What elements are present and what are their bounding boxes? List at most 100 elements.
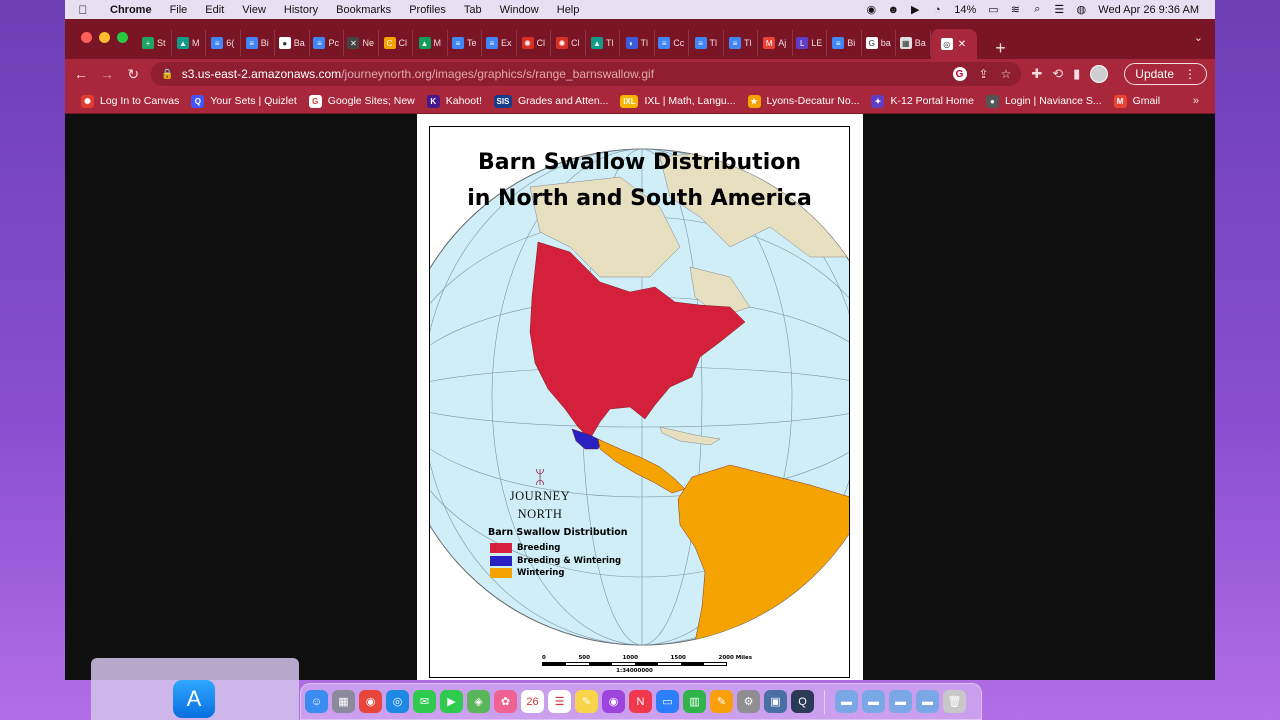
spotlight-search-icon[interactable]: ⌕ xyxy=(1026,3,1048,16)
google-lens-icon[interactable]: G xyxy=(952,67,967,81)
menu-edit[interactable]: Edit xyxy=(196,4,233,16)
close-window-button[interactable] xyxy=(81,32,92,43)
bookmark-star-icon[interactable]: ☆ xyxy=(1001,67,1012,81)
browser-tab[interactable]: ▲ M xyxy=(172,30,206,56)
safari-icon[interactable]: ◎ xyxy=(386,690,409,713)
bookmark-item[interactable]: ✦ K-12 Portal Home xyxy=(865,94,979,108)
keynote-icon[interactable]: ▭ xyxy=(656,690,679,713)
share-icon[interactable]: ⇪ xyxy=(979,67,989,81)
quicktime-icon[interactable]: Q xyxy=(791,690,814,713)
settings-icon[interactable]: ⚙ xyxy=(737,690,760,713)
bookmark-item[interactable]: ● Login | Naviance S... xyxy=(980,94,1108,108)
browser-tab[interactable]: ≡ Ex xyxy=(482,30,517,56)
close-tab-icon[interactable]: ✕ xyxy=(958,39,966,50)
browser-tab[interactable]: ▲ Tl xyxy=(586,30,620,56)
bookmark-item[interactable]: G Google Sites; New xyxy=(303,94,421,108)
record-icon[interactable]: ◉ xyxy=(860,3,882,16)
bookmark-item[interactable]: M Gmail xyxy=(1108,94,1166,108)
browser-tab[interactable]: ✺ Cl xyxy=(551,30,586,56)
lock-icon[interactable]: 🔒 xyxy=(161,69,173,80)
update-button[interactable]: Update ⋮ xyxy=(1124,63,1207,85)
bookmarks-overflow-button[interactable]: » xyxy=(1193,95,1205,107)
menu-file[interactable]: File xyxy=(161,4,197,16)
browser-tab[interactable]: ≡ 6( xyxy=(206,30,241,56)
url-text[interactable]: s3.us-east-2.amazonaws.com/journeynorth.… xyxy=(182,67,654,81)
back-button[interactable]: ← xyxy=(73,66,89,82)
news-icon[interactable]: N xyxy=(629,690,652,713)
facetime-icon[interactable]: ▶ xyxy=(440,690,463,713)
extensions-puzzle-icon[interactable]: ✚ xyxy=(1031,66,1042,82)
browser-tab[interactable]: ● Ba xyxy=(275,30,310,56)
bookmark-item[interactable]: IXL IXL | Math, Langu... xyxy=(614,94,741,108)
menu-profiles[interactable]: Profiles xyxy=(400,4,455,16)
chrome-icon[interactable]: ◉ xyxy=(359,690,382,713)
browser-tab[interactable]: M Aj xyxy=(758,30,793,56)
menu-bookmarks[interactable]: Bookmarks xyxy=(327,4,400,16)
calendar-icon[interactable]: 26 xyxy=(521,690,544,713)
new-tab-button[interactable]: + xyxy=(991,38,1011,59)
menu-window[interactable]: Window xyxy=(491,4,548,16)
trash-icon[interactable]: 🗑 xyxy=(943,690,966,713)
folder-icon[interactable]: ▬ xyxy=(889,690,912,713)
folder-icon[interactable]: ▬ xyxy=(835,690,858,713)
side-panel-icon[interactable]: ▮ xyxy=(1073,66,1080,82)
browser-tab[interactable]: + St xyxy=(137,30,172,56)
zoom-window-button[interactable] xyxy=(117,32,128,43)
preview-icon[interactable]: ▣ xyxy=(764,690,787,713)
browser-tab[interactable]: ◐ Tl xyxy=(620,30,655,56)
launchpad-icon[interactable]: ▦ xyxy=(332,690,355,713)
clock-icon[interactable]: ◔ xyxy=(926,4,948,16)
browser-tab[interactable]: ≡ Bi xyxy=(241,30,275,56)
browser-tab[interactable]: Gba xyxy=(862,30,896,56)
siri-icon[interactable]: ◍ xyxy=(1070,3,1092,16)
menu-help[interactable]: Help xyxy=(548,4,589,16)
menu-tab[interactable]: Tab xyxy=(455,4,491,16)
tab-search-button[interactable]: ⌄ xyxy=(1194,31,1203,44)
messages-icon[interactable]: ✉ xyxy=(413,690,436,713)
numbers-icon[interactable]: ▥ xyxy=(683,690,706,713)
app-store-icon[interactable]: A xyxy=(173,680,215,718)
browser-tab[interactable]: ≡ Cc xyxy=(655,30,689,56)
bookmark-item[interactable]: Q Your Sets | Quizlet xyxy=(185,94,302,108)
profile-avatar[interactable] xyxy=(1090,65,1109,83)
folder-icon[interactable]: ▬ xyxy=(862,690,885,713)
browser-tab[interactable]: ✺ Cl xyxy=(517,30,551,56)
browser-tab[interactable]: ▦ Ba xyxy=(896,30,931,56)
podcasts-icon[interactable]: ◉ xyxy=(602,690,625,713)
finder-icon[interactable]: ☺ xyxy=(305,690,328,713)
maps-icon[interactable]: ◈ xyxy=(467,690,490,713)
browser-tab[interactable]: C Cl xyxy=(379,30,413,56)
folder-icon[interactable]: ▬ xyxy=(916,690,939,713)
browser-tab[interactable]: ≡ Pc xyxy=(310,30,344,56)
browser-tab[interactable]: ✕ Ne xyxy=(344,30,379,56)
apple-menu-icon[interactable]:  xyxy=(65,3,101,17)
browser-tab[interactable]: ▲ M xyxy=(413,30,448,56)
extension-icon[interactable]: ⟲ xyxy=(1052,66,1063,82)
pages-icon[interactable]: ✎ xyxy=(710,690,733,713)
browser-tab[interactable]: L LE xyxy=(793,30,827,56)
browser-tab[interactable]: ≡ Tl xyxy=(689,30,724,56)
bookmark-item[interactable]: K Kahoot! xyxy=(421,94,488,108)
battery-icon[interactable]: ▭ xyxy=(982,3,1004,16)
forward-button[interactable]: → xyxy=(99,66,115,82)
wifi-icon[interactable]: ≋ xyxy=(1004,3,1026,16)
browser-tab[interactable]: ≡ Tl xyxy=(724,30,758,56)
bookmark-item[interactable]: ★ Lyons-Decatur No... xyxy=(742,94,866,108)
play-icon[interactable]: ▶ xyxy=(904,3,926,16)
browser-tab[interactable]: ≡ Te xyxy=(448,30,482,56)
browser-tab[interactable]: ≡ Bi xyxy=(827,30,862,56)
users-icon[interactable]: ☻ xyxy=(882,4,904,16)
reminders-icon[interactable]: ☰ xyxy=(548,690,571,713)
active-browser-tab[interactable]: ◎ ✕ xyxy=(930,29,977,59)
photos-icon[interactable]: ✿ xyxy=(494,690,517,713)
control-center-icon[interactable]: ☰ xyxy=(1048,3,1070,16)
bookmark-item[interactable]: SIS Grades and Atten... xyxy=(488,94,614,108)
bookmark-item[interactable]: ✺ Log In to Canvas xyxy=(75,94,185,108)
menubar-clock[interactable]: Wed Apr 26 9:36 AM xyxy=(1092,4,1205,16)
reload-button[interactable]: ↻ xyxy=(125,66,141,83)
minimize-window-button[interactable] xyxy=(99,32,110,43)
menu-app-name[interactable]: Chrome xyxy=(101,4,161,16)
address-bar[interactable]: 🔒 s3.us-east-2.amazonaws.com/journeynort… xyxy=(151,62,1022,86)
menu-view[interactable]: View xyxy=(233,4,275,16)
menu-history[interactable]: History xyxy=(275,4,327,16)
